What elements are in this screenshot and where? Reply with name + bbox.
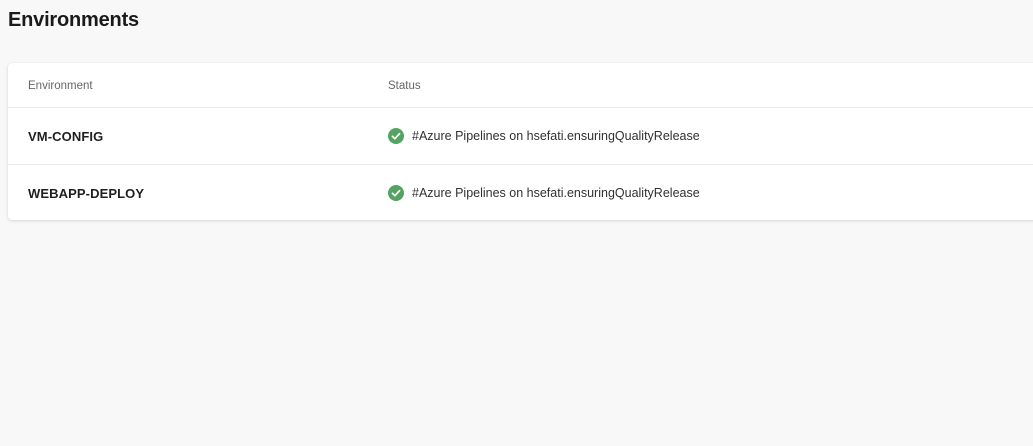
environment-name[interactable]: VM-CONFIG xyxy=(28,129,103,145)
status-cell: #Azure Pipelines on hsefati.ensuringQual… xyxy=(388,184,700,202)
status-text[interactable]: #Azure Pipelines on hsefati.ensuringQual… xyxy=(412,185,700,201)
table-header: Environment Status xyxy=(8,63,1033,108)
status-cell: #Azure Pipelines on hsefati.ensuringQual… xyxy=(388,127,700,145)
success-check-icon xyxy=(388,128,404,144)
table-row[interactable]: VM-CONFIG #Azure Pipelines on hsefati.en… xyxy=(8,108,1033,165)
table-row[interactable]: WEBAPP-DEPLOY #Azure Pipelines on hsefat… xyxy=(8,165,1033,220)
page-title: Environments xyxy=(8,9,139,31)
column-header-environment[interactable]: Environment xyxy=(28,79,93,93)
environment-name[interactable]: WEBAPP-DEPLOY xyxy=(28,186,144,202)
status-text[interactable]: #Azure Pipelines on hsefati.ensuringQual… xyxy=(412,128,700,144)
column-header-status[interactable]: Status xyxy=(388,79,421,93)
environments-table: Environment Status VM-CONFIG #Azure Pipe… xyxy=(8,63,1033,220)
success-check-icon xyxy=(388,185,404,201)
